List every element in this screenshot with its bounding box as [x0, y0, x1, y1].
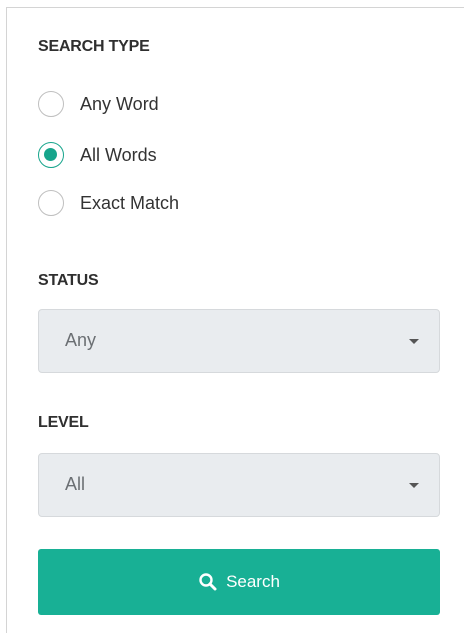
all-words-radio-button[interactable]: [38, 142, 64, 168]
exact-match-radio-button[interactable]: [38, 190, 64, 216]
chevron-down-icon: [409, 339, 419, 344]
search-button-label: Search: [226, 572, 280, 591]
radio-all-words[interactable]: All Words: [38, 141, 157, 169]
all-words-label[interactable]: All Words: [80, 145, 157, 166]
chevron-down-icon: [409, 483, 419, 488]
search-button[interactable]: Search: [38, 549, 440, 615]
radio-any-word[interactable]: Any Word: [38, 90, 159, 118]
search-icon: [198, 572, 218, 592]
radio-exact-match[interactable]: Exact Match: [38, 189, 179, 217]
status-select[interactable]: Any: [38, 309, 440, 373]
exact-match-label[interactable]: Exact Match: [80, 193, 179, 214]
status-selected-value: Any: [65, 330, 97, 350]
level-selected-value: All: [65, 474, 86, 494]
search-type-heading: SEARCH TYPE: [38, 38, 150, 55]
any-word-label[interactable]: Any Word: [80, 94, 159, 115]
search-filter-panel: SEARCH TYPE Any Word All Words Exact Mat…: [6, 7, 464, 633]
level-select[interactable]: All: [38, 453, 440, 517]
any-word-radio-button[interactable]: [38, 91, 64, 117]
status-heading: STATUS: [38, 272, 99, 289]
level-heading: LEVEL: [38, 414, 89, 431]
